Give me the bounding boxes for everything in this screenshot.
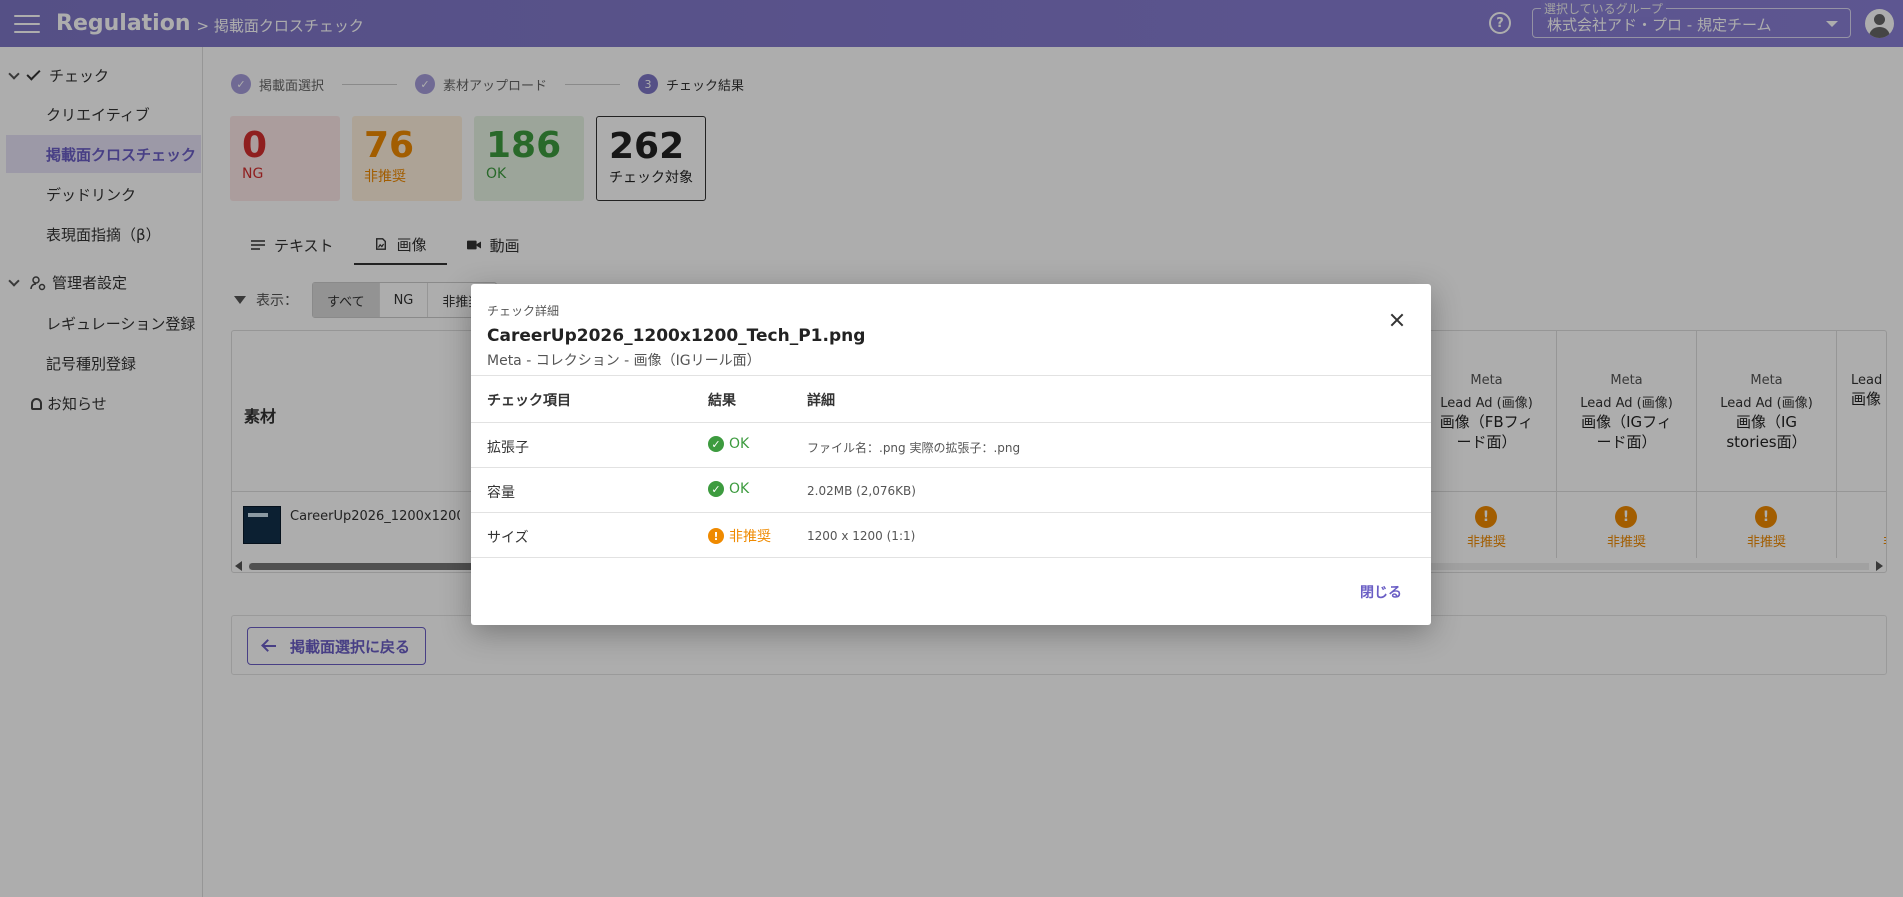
result-ok: ✓ OK	[708, 436, 749, 452]
check-detail: ファイル名：.png 実際の拡張子：.png	[807, 441, 1021, 455]
table-row: サイズ ! 非推奨 1200 x 1200 (1:1)	[471, 513, 1431, 557]
check-circle-icon: ✓	[708, 481, 724, 497]
column-header-detail: 詳細	[807, 393, 835, 409]
dialog-title: CareerUp2026_1200x1200_Tech_P1.png	[487, 326, 866, 346]
dialog-caption: チェック詳細	[487, 304, 560, 318]
column-header-result: 結果	[708, 393, 736, 409]
check-item: サイズ	[487, 530, 529, 546]
warning-icon: !	[708, 528, 724, 544]
close-button[interactable]: 閉じる	[1360, 582, 1402, 602]
column-header-item: チェック項目	[487, 393, 571, 409]
dialog-subtitle: Meta - コレクション - 画像（IGリール面）	[487, 353, 761, 369]
table-row: 拡張子 ✓ OK ファイル名：.png 実際の拡張子：.png	[471, 423, 1431, 467]
check-detail: 1200 x 1200 (1:1)	[807, 529, 916, 543]
check-detail-dialog: チェック詳細 CareerUp2026_1200x1200_Tech_P1.pn…	[471, 284, 1431, 625]
check-item: 拡張子	[487, 440, 529, 456]
close-icon[interactable]	[1387, 310, 1407, 330]
check-circle-icon: ✓	[708, 436, 724, 452]
table-row: 容量 ✓ OK 2.02MB (2,076KB)	[471, 468, 1431, 512]
check-detail: 2.02MB (2,076KB)	[807, 484, 916, 498]
result-ok: ✓ OK	[708, 481, 749, 497]
result-warning: ! 非推奨	[708, 526, 771, 546]
check-item: 容量	[487, 485, 515, 501]
